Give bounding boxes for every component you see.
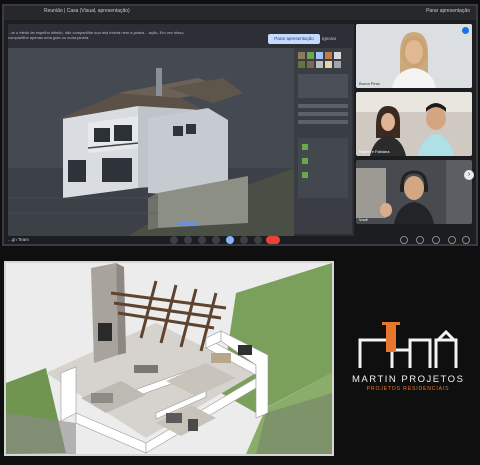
scene-thumbnail[interactable] (302, 158, 308, 164)
house-cutaway-render (6, 263, 332, 454)
more-icon[interactable] (254, 236, 262, 244)
shared-screen: ...ar o efeito de espelho infinito, não … (8, 24, 354, 236)
material-swatch[interactable] (325, 52, 332, 59)
mic-icon[interactable] (170, 236, 178, 244)
panel-row[interactable] (298, 120, 348, 124)
material-swatch[interactable] (334, 61, 341, 68)
present-icon[interactable] (226, 236, 234, 244)
participant-name: Rafael e Fabiana (359, 149, 390, 154)
info-icon[interactable] (400, 236, 408, 244)
meeting-title: Reunião | Casa (Visual, apresentação) (44, 8, 130, 14)
layers-list (298, 74, 348, 98)
chevron-right-icon[interactable]: › (464, 170, 474, 180)
ignore-button[interactable]: Ignorar (322, 36, 336, 41)
logo-mark (358, 322, 458, 368)
material-swatch[interactable] (307, 52, 314, 59)
company-logo: MARTIN PROJETOS PROJETOS RESIDENCIAIS (352, 318, 464, 398)
call-controls: ...gn Team (4, 234, 476, 246)
scene-thumbnail[interactable] (302, 144, 308, 150)
participant-video (356, 160, 472, 224)
house-cutaway-image (4, 261, 334, 456)
people-icon[interactable] (416, 236, 424, 244)
chat-icon[interactable] (432, 236, 440, 244)
material-swatch[interactable] (298, 61, 305, 68)
participant-video (356, 24, 472, 88)
participant-tile[interactable]: Rafael e Fabiana (356, 92, 472, 156)
material-swatch[interactable] (307, 61, 314, 68)
participant-tile[interactable]: Você (356, 160, 472, 224)
material-swatch[interactable] (298, 52, 305, 59)
stop-presenting-button[interactable]: Parar apresentação (268, 34, 320, 44)
stop-presenting-link[interactable]: Parar apresentação (426, 8, 470, 14)
brand-tagline: PROJETOS RESIDENCIAIS (366, 386, 450, 392)
material-swatch[interactable] (325, 61, 332, 68)
material-swatch[interactable] (316, 61, 323, 68)
end-call-icon[interactable] (266, 236, 280, 244)
video-call-window: Reunião | Casa (Visual, apresentação) Pa… (2, 4, 478, 246)
captions-icon[interactable] (198, 236, 206, 244)
materials-panel (294, 48, 352, 234)
mirror-warning-text: ...ar o efeito de espelho infinito, não … (8, 30, 185, 40)
participant-name: Bruna Pinto (359, 81, 380, 86)
participant-video (356, 92, 472, 156)
emoji-icon[interactable] (240, 236, 248, 244)
panel-row[interactable] (298, 112, 348, 116)
raise-hand-icon[interactable] (212, 236, 220, 244)
lock-icon[interactable] (462, 236, 470, 244)
house-model-render (8, 48, 294, 236)
brand-name: MARTIN PROJETOS (352, 374, 465, 385)
meeting-title-bar: Reunião | Casa (Visual, apresentação) Pa… (4, 6, 476, 20)
activities-icon[interactable] (448, 236, 456, 244)
camera-icon[interactable] (184, 236, 192, 244)
meeting-name: ...gn Team (8, 237, 29, 242)
participant-tile[interactable]: Bruna Pinto (356, 24, 472, 88)
speaking-indicator-icon (462, 27, 469, 34)
panel-row[interactable] (298, 104, 348, 108)
participant-name: Você (359, 217, 368, 222)
scene-thumbnail[interactable] (302, 172, 308, 178)
material-swatch[interactable] (334, 52, 341, 59)
material-swatch[interactable] (316, 52, 323, 59)
